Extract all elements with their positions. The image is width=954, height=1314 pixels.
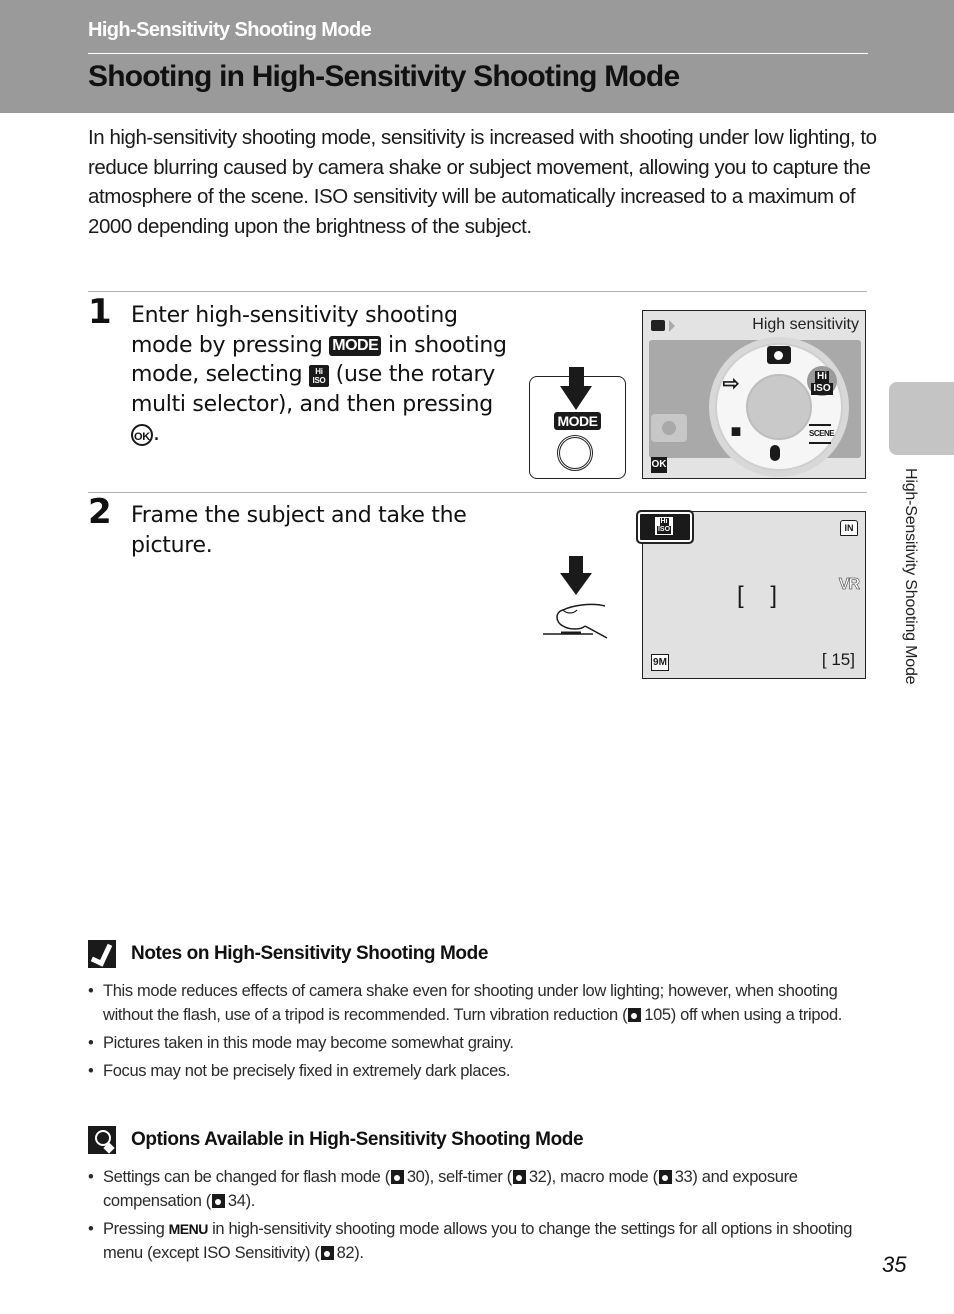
- page-reference: 33: [674, 1168, 693, 1186]
- press-arrowhead-icon: [560, 573, 592, 595]
- iso-label: ISO: [312, 376, 326, 385]
- hi-label: Hi: [659, 518, 669, 526]
- shooting-mode-indicator: Hi ISO: [636, 510, 694, 544]
- high-sensitivity-icon: Hi ISO: [655, 517, 673, 535]
- check-note-icon: [88, 940, 116, 968]
- step-divider: [88, 291, 867, 292]
- high-sensitivity-icon: Hi ISO: [807, 366, 837, 396]
- option-text: in high-sensitivity shooting mode allows…: [103, 1220, 853, 1262]
- page-reference: 34: [227, 1192, 246, 1210]
- option-text: ).: [354, 1244, 364, 1262]
- camera-icon: [651, 320, 665, 331]
- page-number: 35: [882, 1252, 907, 1277]
- scene-icon: SCENE: [809, 424, 835, 444]
- tip-icon: [88, 1126, 116, 1154]
- side-tab-text: High-Sensitivity Shooting Mode: [902, 468, 919, 685]
- option-text: Pressing: [103, 1220, 169, 1238]
- image-size-icon: 9M: [651, 654, 669, 671]
- list-item: Pressing MENU in high-sensitivity shooti…: [88, 1217, 868, 1265]
- hi-label: Hi: [815, 371, 829, 383]
- high-sensitivity-icon: Hi ISO: [308, 365, 329, 387]
- page-header: High-Sensitivity Shooting Mode Shooting …: [0, 0, 954, 113]
- mode-select-screen: High sensitivity Hi ISO ⇨ ■ SCENE OK: [642, 310, 866, 479]
- list-item: Pictures taken in this mode may become s…: [88, 1031, 868, 1055]
- notes-title: Notes on High-Sensitivity Shooting Mode: [131, 943, 489, 964]
- page-reference-icon: [512, 1170, 526, 1184]
- page-title: Shooting in High-Sensitivity Shooting Mo…: [88, 60, 680, 93]
- step-number: 2: [88, 492, 112, 532]
- shooting-mode-icon: [767, 346, 791, 364]
- step-2-text: Frame the subject and take the picture.: [131, 503, 467, 558]
- focus-area-brackets: [ ]: [737, 582, 788, 609]
- list-item: Settings can be changed for flash mode (…: [88, 1165, 868, 1213]
- options-heading: Options Available in High-Sensitivity Sh…: [88, 1126, 584, 1154]
- multi-selector-icon: [557, 435, 593, 471]
- finger-press-icon: [543, 603, 608, 639]
- page-reference: 32: [528, 1168, 547, 1186]
- step-divider: [88, 492, 867, 493]
- option-text: Settings can be changed for flash mode (: [103, 1168, 390, 1186]
- ok-button-icon: OK: [131, 424, 153, 446]
- note-text: ) off when using a tripod.: [670, 1006, 843, 1024]
- page-reference-icon: [628, 1008, 642, 1022]
- internal-memory-icon: IN: [840, 520, 858, 536]
- press-arrowhead-icon: [560, 386, 592, 410]
- header-rule: [88, 53, 868, 54]
- side-tab-label: High-Sensitivity Shooting Mode: [893, 468, 923, 738]
- side-tab: [889, 382, 954, 455]
- page-reference: 30: [406, 1168, 425, 1186]
- dial-center: [746, 374, 812, 440]
- mode-button-label: MODE: [554, 412, 601, 430]
- step-text-part: .: [153, 421, 160, 446]
- hi-label: Hi: [315, 367, 323, 376]
- exposures-remaining: [ 15]: [821, 650, 855, 669]
- options-title: Options Available in High-Sensitivity Sh…: [131, 1129, 584, 1150]
- vibration-reduction-icon: VR: [838, 576, 861, 594]
- shooting-screen: Hi ISO IN VR [ ] 9M [ 15]: [636, 510, 866, 679]
- option-text: ).: [245, 1192, 256, 1210]
- page-reference-icon: [211, 1194, 225, 1208]
- mode-button-icon: MODE: [329, 335, 382, 356]
- movie-icon: ■: [730, 421, 742, 441]
- iso-label: ISO: [811, 383, 833, 395]
- option-text: ), macro mode (: [546, 1168, 659, 1186]
- ok-icon: OK: [651, 457, 667, 473]
- page-reference-icon: [320, 1246, 334, 1260]
- section-title: High-Sensitivity Shooting Mode: [88, 19, 372, 41]
- iso-label: ISO: [656, 526, 672, 534]
- notes-list: This mode reduces effects of camera shak…: [88, 979, 868, 1087]
- camera-ghost-icon: [651, 414, 687, 442]
- step-number: 1: [88, 292, 112, 332]
- list-item: This mode reduces effects of camera shak…: [88, 979, 868, 1027]
- page-reference-icon: [390, 1170, 404, 1184]
- intro-paragraph: In high-sensitivity shooting mode, sensi…: [88, 126, 877, 238]
- option-text: ), self-timer (: [424, 1168, 513, 1186]
- press-arrow-icon: [569, 367, 584, 387]
- page-reference: 82: [336, 1244, 355, 1262]
- setup-icon: ⇨: [722, 373, 740, 395]
- page-reference-icon: [658, 1170, 672, 1184]
- page-reference: 105: [644, 1006, 671, 1024]
- options-list: Settings can be changed for flash mode (…: [88, 1165, 868, 1269]
- notes-heading: Notes on High-Sensitivity Shooting Mode: [88, 940, 488, 968]
- step-1-text: Enter high-sensitivity shooting mode by …: [131, 301, 511, 449]
- arrow-right-icon: [669, 320, 675, 332]
- list-item: Focus may not be precisely fixed in extr…: [88, 1059, 868, 1083]
- press-arrow-icon: [569, 556, 583, 574]
- menu-button-label: MENU: [168, 1221, 209, 1237]
- screen-title: High sensitivity: [752, 316, 859, 333]
- voice-recording-icon: [770, 445, 780, 461]
